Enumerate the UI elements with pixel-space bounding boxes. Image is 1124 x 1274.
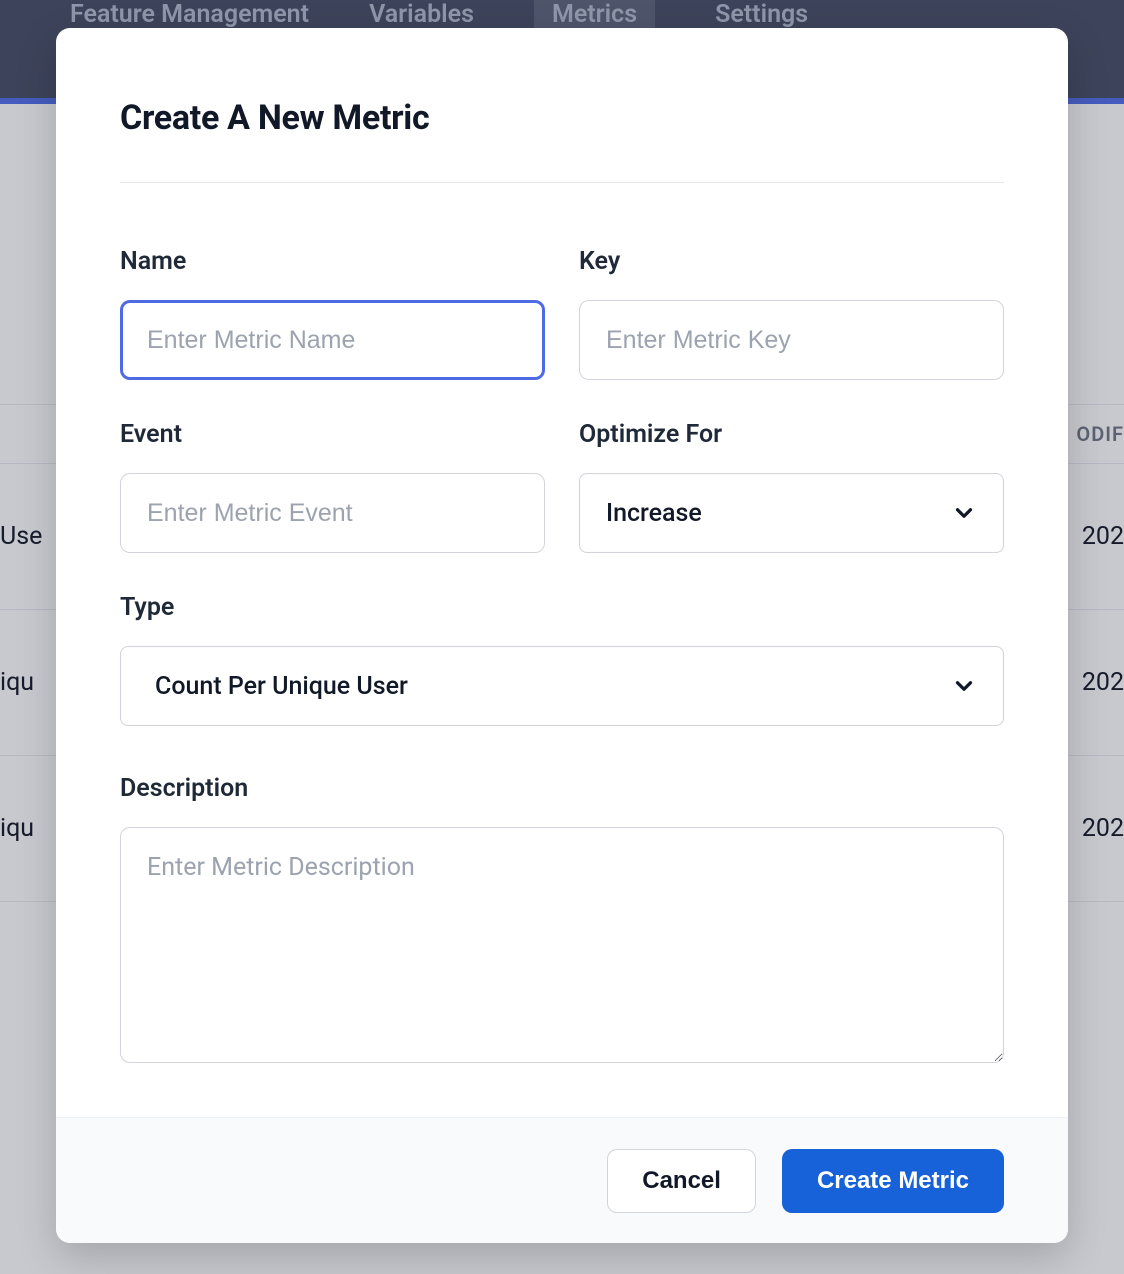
name-label: Name — [120, 247, 545, 276]
create-metric-modal: Create A New Metric Name Key Event — [56, 28, 1068, 1243]
description-label: Description — [120, 774, 1004, 803]
type-select[interactable]: Count Per Unique User — [120, 646, 1004, 726]
optimize-for-label: Optimize For — [579, 420, 1004, 449]
modal-footer: Cancel Create Metric — [56, 1117, 1068, 1243]
type-label: Type — [120, 593, 1004, 622]
create-metric-button[interactable]: Create Metric — [782, 1149, 1004, 1213]
key-input[interactable] — [579, 300, 1004, 380]
key-label: Key — [579, 247, 1004, 276]
modal-title: Create A New Metric — [120, 98, 1004, 138]
chevron-down-icon — [951, 500, 977, 526]
type-value: Count Per Unique User — [155, 672, 408, 701]
chevron-down-icon — [951, 673, 977, 699]
description-textarea[interactable] — [120, 827, 1004, 1063]
divider — [120, 182, 1004, 183]
optimize-for-value: Increase — [606, 499, 702, 528]
cancel-button[interactable]: Cancel — [607, 1149, 756, 1213]
name-input[interactable] — [120, 300, 545, 380]
event-label: Event — [120, 420, 545, 449]
event-input[interactable] — [120, 473, 545, 553]
optimize-for-select[interactable]: Increase — [579, 473, 1004, 553]
